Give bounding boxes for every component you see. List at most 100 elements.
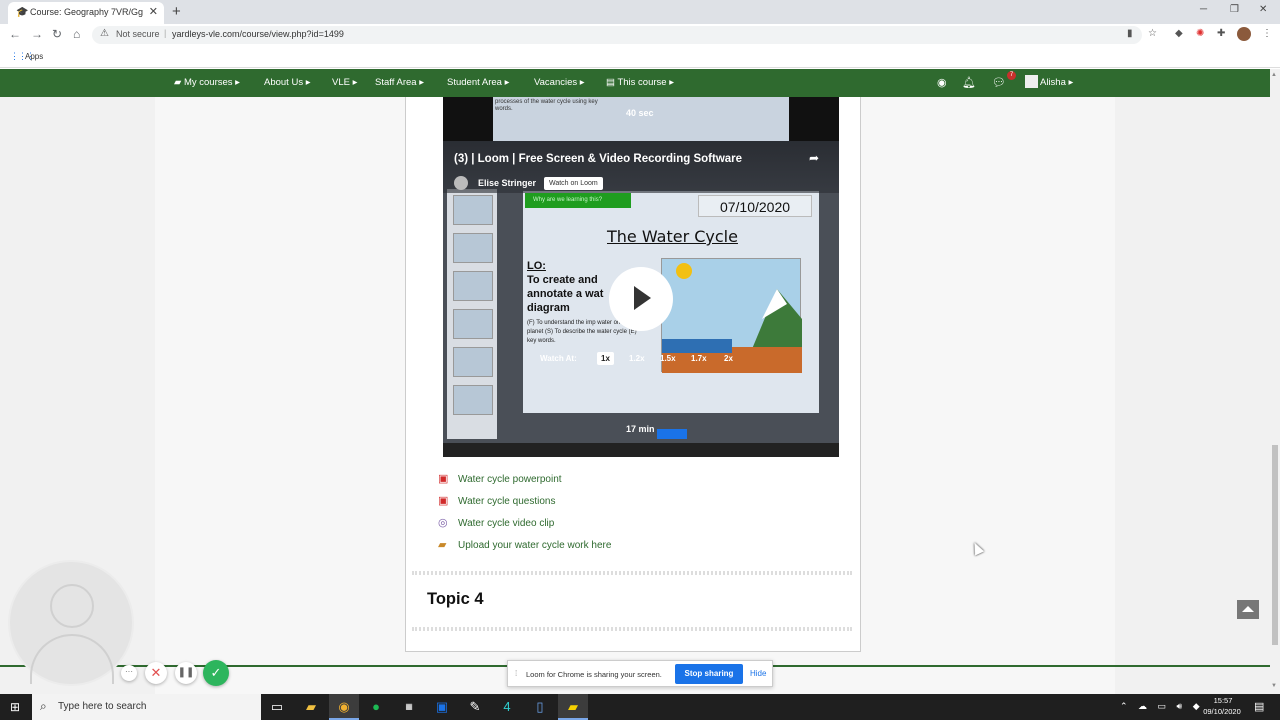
- upload-icon: ▰: [438, 539, 447, 551]
- nav-my-courses[interactable]: ▰ My courses ▸: [174, 77, 240, 88]
- slide-thumbnail: [453, 195, 493, 225]
- search-icon: ⌕: [40, 699, 47, 713]
- extensions-icon[interactable]: ✚: [1217, 28, 1225, 39]
- chrome-profile-avatar[interactable]: [1237, 27, 1251, 41]
- outlook-icon[interactable]: ▣: [427, 694, 457, 720]
- spotify-icon[interactable]: ●: [361, 694, 391, 720]
- briefcase-icon: ▰: [174, 77, 184, 88]
- taskbar-date[interactable]: 09/10/2020: [1200, 707, 1244, 716]
- drag-handle-icon[interactable]: ⁞: [515, 669, 517, 678]
- loom-finish-icon[interactable]: ✓: [203, 660, 229, 686]
- webcam-bubble[interactable]: [8, 560, 134, 686]
- nav-label: This course ▸: [617, 77, 674, 88]
- nav-about-us[interactable]: About Us ▸: [264, 77, 310, 88]
- play-button[interactable]: [609, 267, 673, 331]
- dropbox-extension-icon[interactable]: ◆: [1175, 28, 1183, 39]
- video-icon: ◎: [438, 517, 448, 529]
- section-divider: [412, 571, 852, 575]
- avatar-body: [30, 634, 114, 684]
- pdf-icon: ▣: [438, 495, 449, 507]
- book-icon: ▤: [606, 77, 618, 88]
- pdf-icon: ▣: [438, 473, 449, 485]
- loom-pause-icon[interactable]: ❚❚: [175, 662, 197, 684]
- tab-strip: 🎓 Course: Geography 7VR/Gg ✕ + ─ ❐ ✕: [0, 0, 1280, 24]
- chrome-menu-icon[interactable]: ⋮: [1262, 28, 1272, 39]
- bookmark-star-icon[interactable]: ☆: [1148, 28, 1157, 39]
- loom-extension-icon[interactable]: ✺: [1196, 28, 1204, 39]
- taskbar-search[interactable]: ⌕ Type here to search: [32, 694, 261, 720]
- chrome-taskbar-icon[interactable]: ◉: [329, 694, 359, 720]
- nav-this-course[interactable]: ▤ This course ▸: [606, 77, 674, 88]
- file-explorer-icon[interactable]: ▰: [296, 694, 326, 720]
- hide-button[interactable]: Hide: [750, 669, 766, 678]
- browser-tab[interactable]: 🎓 Course: Geography 7VR/Gg ✕: [8, 2, 164, 24]
- watch-on-loom-button[interactable]: Watch on Loom: [544, 177, 603, 190]
- notification-center-icon[interactable]: ▤: [1254, 700, 1264, 713]
- tab-close-icon[interactable]: ✕: [149, 5, 158, 18]
- slide-thumbnails: [447, 189, 497, 439]
- sticky-notes-icon[interactable]: ▰: [558, 694, 588, 720]
- scroll-up-icon[interactable]: ▲: [1271, 72, 1277, 78]
- maximize-icon[interactable]: ❐: [1230, 4, 1239, 15]
- screen-sharing-bar: ⁞ Loom for Chrome is sharing your screen…: [507, 660, 773, 687]
- nav-vle[interactable]: VLE ▸: [332, 77, 357, 88]
- scroll-down-icon[interactable]: ▼: [1271, 683, 1277, 689]
- slide-thumbnail: [453, 347, 493, 377]
- forward-icon[interactable]: →: [31, 27, 43, 41]
- settings-icon[interactable]: ◉: [937, 76, 947, 89]
- play-icon: [634, 286, 651, 310]
- loom-more-icon[interactable]: ···: [121, 665, 137, 681]
- nav-student-area[interactable]: Student Area ▸: [447, 77, 509, 88]
- resource-label[interactable]: Water cycle questions: [458, 496, 555, 507]
- loom-video-embed[interactable]: Why are we learning this? 07/10/2020 The…: [443, 141, 839, 457]
- reload-icon[interactable]: ↻: [52, 27, 62, 41]
- windows-start-icon[interactable]: ⊞: [10, 700, 20, 714]
- video-duration: 17 min: [626, 424, 655, 434]
- resource-label[interactable]: Water cycle powerpoint: [458, 474, 562, 485]
- taskbar-time[interactable]: 15:57: [1205, 696, 1241, 705]
- stop-sharing-button[interactable]: Stop sharing: [675, 664, 743, 684]
- paint-icon[interactable]: ✎: [460, 694, 490, 720]
- speed-option[interactable]: 1.7x: [687, 352, 711, 365]
- share-icon[interactable]: ➦: [809, 151, 819, 165]
- speed-option[interactable]: 1.5x: [656, 352, 680, 365]
- apps-bookmark[interactable]: Apps: [25, 52, 43, 61]
- window-close-icon[interactable]: ✕: [1259, 4, 1267, 15]
- messages-icon[interactable]: 💬︎: [992, 76, 1006, 89]
- url-text: yardleys-vle.com/course/view.php?id=1499: [172, 29, 344, 39]
- user-menu[interactable]: Alisha ▸: [1040, 77, 1073, 88]
- speed-option[interactable]: 1.2x: [625, 352, 649, 365]
- loom-video-previous[interactable]: processes of the water cycle using key w…: [443, 97, 839, 141]
- system-tray[interactable]: ⌃ ☁ ▭ 🔊︎ ◆: [1120, 701, 1204, 712]
- back-to-top-button[interactable]: [1237, 600, 1259, 619]
- camera-icon[interactable]: ▮: [1127, 28, 1133, 39]
- speed-option[interactable]: 2x: [720, 352, 737, 365]
- task-view-icon[interactable]: ▭: [262, 694, 292, 720]
- topic-heading: Topic 4: [427, 590, 484, 608]
- loom-cancel-icon[interactable]: ✕: [145, 662, 167, 684]
- resource-label[interactable]: Upload your water cycle work here: [458, 540, 611, 551]
- app-4-icon[interactable]: 4: [492, 694, 522, 720]
- windows-taskbar: ⊞ ⌕ Type here to search ▭ ▰ ◉ ● ▦ ▣ ✎ 4 …: [0, 694, 1280, 720]
- document-icon[interactable]: ▯: [525, 694, 555, 720]
- video-title[interactable]: (3) | Loom | Free Screen & Video Recordi…: [454, 153, 742, 165]
- slide-text: processes of the water cycle using key w…: [495, 99, 598, 112]
- avatar-head: [50, 584, 94, 628]
- notification-bell-icon[interactable]: 🔔︎: [962, 76, 976, 89]
- home-icon[interactable]: ⌂: [73, 27, 80, 41]
- message-count-badge: 7: [1007, 71, 1016, 80]
- back-icon[interactable]: ←: [9, 27, 21, 41]
- new-tab-button[interactable]: +: [172, 3, 181, 20]
- tab-title: Course: Geography 7VR/Gg: [30, 7, 144, 17]
- nav-staff-area[interactable]: Staff Area ▸: [375, 77, 424, 88]
- sims-icon[interactable]: ▦: [394, 694, 424, 720]
- scrollbar-thumb[interactable]: [1272, 445, 1278, 645]
- speed-option[interactable]: 1x: [597, 352, 614, 365]
- nav-vacancies[interactable]: Vacancies ▸: [534, 77, 585, 88]
- omnibox-separator: |: [164, 28, 167, 38]
- resource-label[interactable]: Water cycle video clip: [458, 518, 554, 529]
- video-duration: 40 sec: [626, 108, 654, 118]
- address-bar[interactable]: ⚠ Not secure | yardleys-vle.com/course/v…: [92, 26, 1142, 44]
- user-avatar[interactable]: [1025, 75, 1038, 88]
- minimize-icon[interactable]: ─: [1200, 4, 1207, 15]
